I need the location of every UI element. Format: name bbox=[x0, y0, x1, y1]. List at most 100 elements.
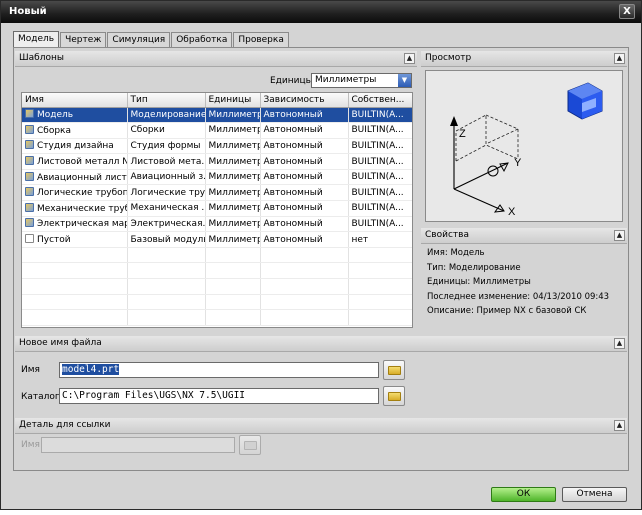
table-row[interactable]: Листовой металл NX Листовой мета... Милл… bbox=[22, 153, 412, 170]
tab-drawing[interactable]: Чертеж bbox=[60, 32, 107, 47]
chevron-down-icon[interactable]: ▼ bbox=[398, 74, 411, 87]
electrical-routing-template-icon bbox=[25, 218, 34, 228]
filename-input[interactable]: model4.prt bbox=[59, 362, 379, 378]
cell-name: Модель bbox=[37, 110, 74, 121]
cell-dependency: Автономный bbox=[260, 107, 349, 124]
new-filename-header[interactable]: Новое имя файла ▲ bbox=[15, 336, 627, 352]
templates-header[interactable]: Шаблоны ▲ bbox=[15, 51, 417, 67]
cell-dependency: Автономный bbox=[260, 169, 349, 186]
chevron-up-icon[interactable]: ▲ bbox=[614, 230, 625, 241]
z-arrow-icon bbox=[450, 116, 458, 126]
logical-routing-template-icon bbox=[25, 187, 34, 197]
cell-type: Логические тру... bbox=[127, 184, 206, 202]
mechanical-routing-template-icon bbox=[25, 202, 34, 212]
new-file-dialog: Новый X Модель Чертеж Симуляция Обработк… bbox=[0, 0, 642, 510]
table-row[interactable]: Сборка Сборки Миллиметр... Автономный BU… bbox=[22, 122, 412, 139]
units-value: Миллиметры bbox=[315, 75, 377, 85]
axis-z-label: Z bbox=[459, 128, 466, 140]
column-header-name[interactable]: Имя bbox=[22, 93, 128, 108]
tab-simulation[interactable]: Симуляция bbox=[107, 32, 171, 47]
units-select[interactable]: Миллиметры ▼ bbox=[311, 73, 412, 88]
model-block-icon bbox=[567, 82, 603, 120]
preview-title: Просмотр bbox=[425, 53, 472, 63]
folder-open-icon bbox=[244, 441, 257, 450]
chevron-up-icon[interactable]: ▲ bbox=[404, 53, 415, 64]
reference-part-header[interactable]: Деталь для ссылки ▲ bbox=[15, 418, 627, 434]
table-row[interactable]: Пустой Базовый модуль Миллиметр... Автон… bbox=[22, 231, 412, 248]
chevron-up-icon[interactable]: ▲ bbox=[614, 420, 625, 431]
table-header-row: Имя Тип Единицы Зависимость Собствен... bbox=[22, 93, 412, 108]
cell-owner: BUILTIN(A... bbox=[348, 138, 412, 155]
cell-name: Сборка bbox=[37, 125, 72, 136]
cell-units: Миллиметр... bbox=[205, 216, 261, 233]
folder-label: Каталог bbox=[21, 392, 60, 402]
cell-owner: BUILTIN(A... bbox=[348, 216, 412, 233]
cell-units: Миллиметр... bbox=[205, 138, 261, 155]
templates-title: Шаблоны bbox=[19, 53, 64, 63]
cell-units: Миллиметр... bbox=[205, 122, 261, 139]
folder-input[interactable]: C:\Program Files\UGS\NX 7.5\UGII bbox=[59, 388, 379, 404]
axis-x-label: X bbox=[508, 206, 516, 218]
cell-owner: BUILTIN(A... bbox=[348, 107, 412, 124]
properties-body: Имя: Модель Тип: Моделирование Единицы: … bbox=[425, 246, 623, 319]
cell-owner: BUILTIN(A... bbox=[348, 122, 412, 139]
cell-owner: BUILTIN(A... bbox=[348, 169, 412, 186]
cell-type: Механическая ... bbox=[127, 200, 206, 217]
cell-owner: нет bbox=[348, 231, 412, 248]
tab-model[interactable]: Модель bbox=[13, 31, 60, 47]
tab-manufacturing[interactable]: Обработка bbox=[171, 32, 233, 47]
table-row[interactable]: Механические труб... Механическая ... Ми… bbox=[22, 200, 412, 217]
cell-type: Авиационный з... bbox=[127, 169, 206, 186]
reference-name-input bbox=[41, 437, 235, 453]
cell-type: Студия формы bbox=[127, 138, 206, 155]
cell-units: Миллиметр... bbox=[205, 169, 261, 186]
ok-button[interactable]: ОК bbox=[491, 487, 556, 502]
axis-y-label: Y bbox=[514, 157, 522, 169]
cell-dependency: Автономный bbox=[260, 184, 349, 202]
tab-content: Шаблоны ▲ Единицы Миллиметры ▼ Имя Тип Е… bbox=[13, 47, 629, 471]
sheet-metal-template-icon bbox=[25, 156, 34, 166]
tab-bar: Модель Чертеж Симуляция Обработка Провер… bbox=[13, 31, 290, 47]
empty-row bbox=[22, 278, 412, 295]
browse-reference-button bbox=[239, 435, 261, 455]
cell-dependency: Автономный bbox=[260, 138, 349, 155]
cell-dependency: Автономный bbox=[260, 200, 349, 217]
preview-header[interactable]: Просмотр ▲ bbox=[421, 51, 627, 67]
cell-type: Сборки bbox=[127, 122, 206, 139]
table-row[interactable]: Логические трубоп... Логические тру... М… bbox=[22, 184, 412, 202]
column-header-owner[interactable]: Собствен... bbox=[348, 93, 412, 108]
chevron-up-icon[interactable]: ▲ bbox=[614, 53, 625, 64]
browse-name-button[interactable] bbox=[383, 360, 405, 380]
cell-name: Пустой bbox=[37, 235, 71, 246]
empty-row bbox=[22, 262, 412, 280]
cell-type: Листовой мета... bbox=[127, 153, 206, 170]
property-type: Тип: Моделирование bbox=[427, 262, 521, 273]
table-row[interactable]: Электрическая мар... Электрическая... Ми… bbox=[22, 216, 412, 233]
cell-dependency: Автономный bbox=[260, 122, 349, 139]
browse-folder-button[interactable] bbox=[383, 386, 405, 406]
new-filename-panel: Новое имя файла ▲ Имя model4.prt Каталог… bbox=[14, 336, 628, 418]
csys-preview-graphic: Z Y X bbox=[450, 82, 603, 218]
filename-value: model4.prt bbox=[62, 364, 120, 375]
table-row[interactable]: Студия дизайна Студия формы Миллиметр...… bbox=[22, 138, 412, 155]
assembly-template-icon bbox=[25, 124, 34, 134]
table-row[interactable]: Авиационный лист... Авиационный з... Мил… bbox=[22, 169, 412, 186]
chevron-up-icon[interactable]: ▲ bbox=[614, 338, 625, 349]
units-label: Единицы bbox=[270, 76, 313, 86]
tab-inspection[interactable]: Проверка bbox=[233, 32, 289, 47]
properties-header[interactable]: Свойства ▲ bbox=[421, 228, 627, 244]
cell-units: Миллиметр... bbox=[205, 200, 261, 217]
column-header-dependency[interactable]: Зависимость bbox=[260, 93, 349, 108]
column-header-type[interactable]: Тип bbox=[127, 93, 206, 108]
property-units: Единицы: Миллиметры bbox=[427, 277, 531, 288]
table-row[interactable]: Модель Моделирование Миллиметр... Автоно… bbox=[22, 107, 412, 124]
preview-panel: Просмотр ▲ Z Y X Свойства ▲ Имя: Модель … bbox=[421, 51, 627, 316]
column-header-units[interactable]: Единицы bbox=[205, 93, 261, 108]
property-name: Имя: Модель bbox=[427, 248, 485, 258]
cell-dependency: Автономный bbox=[260, 216, 349, 233]
cell-type: Электрическая... bbox=[127, 216, 206, 233]
cell-name: Электрическая мар... bbox=[37, 219, 126, 230]
close-icon[interactable]: X bbox=[619, 4, 635, 19]
blank-template-icon bbox=[25, 234, 34, 244]
cancel-button[interactable]: Отмена bbox=[562, 487, 627, 502]
